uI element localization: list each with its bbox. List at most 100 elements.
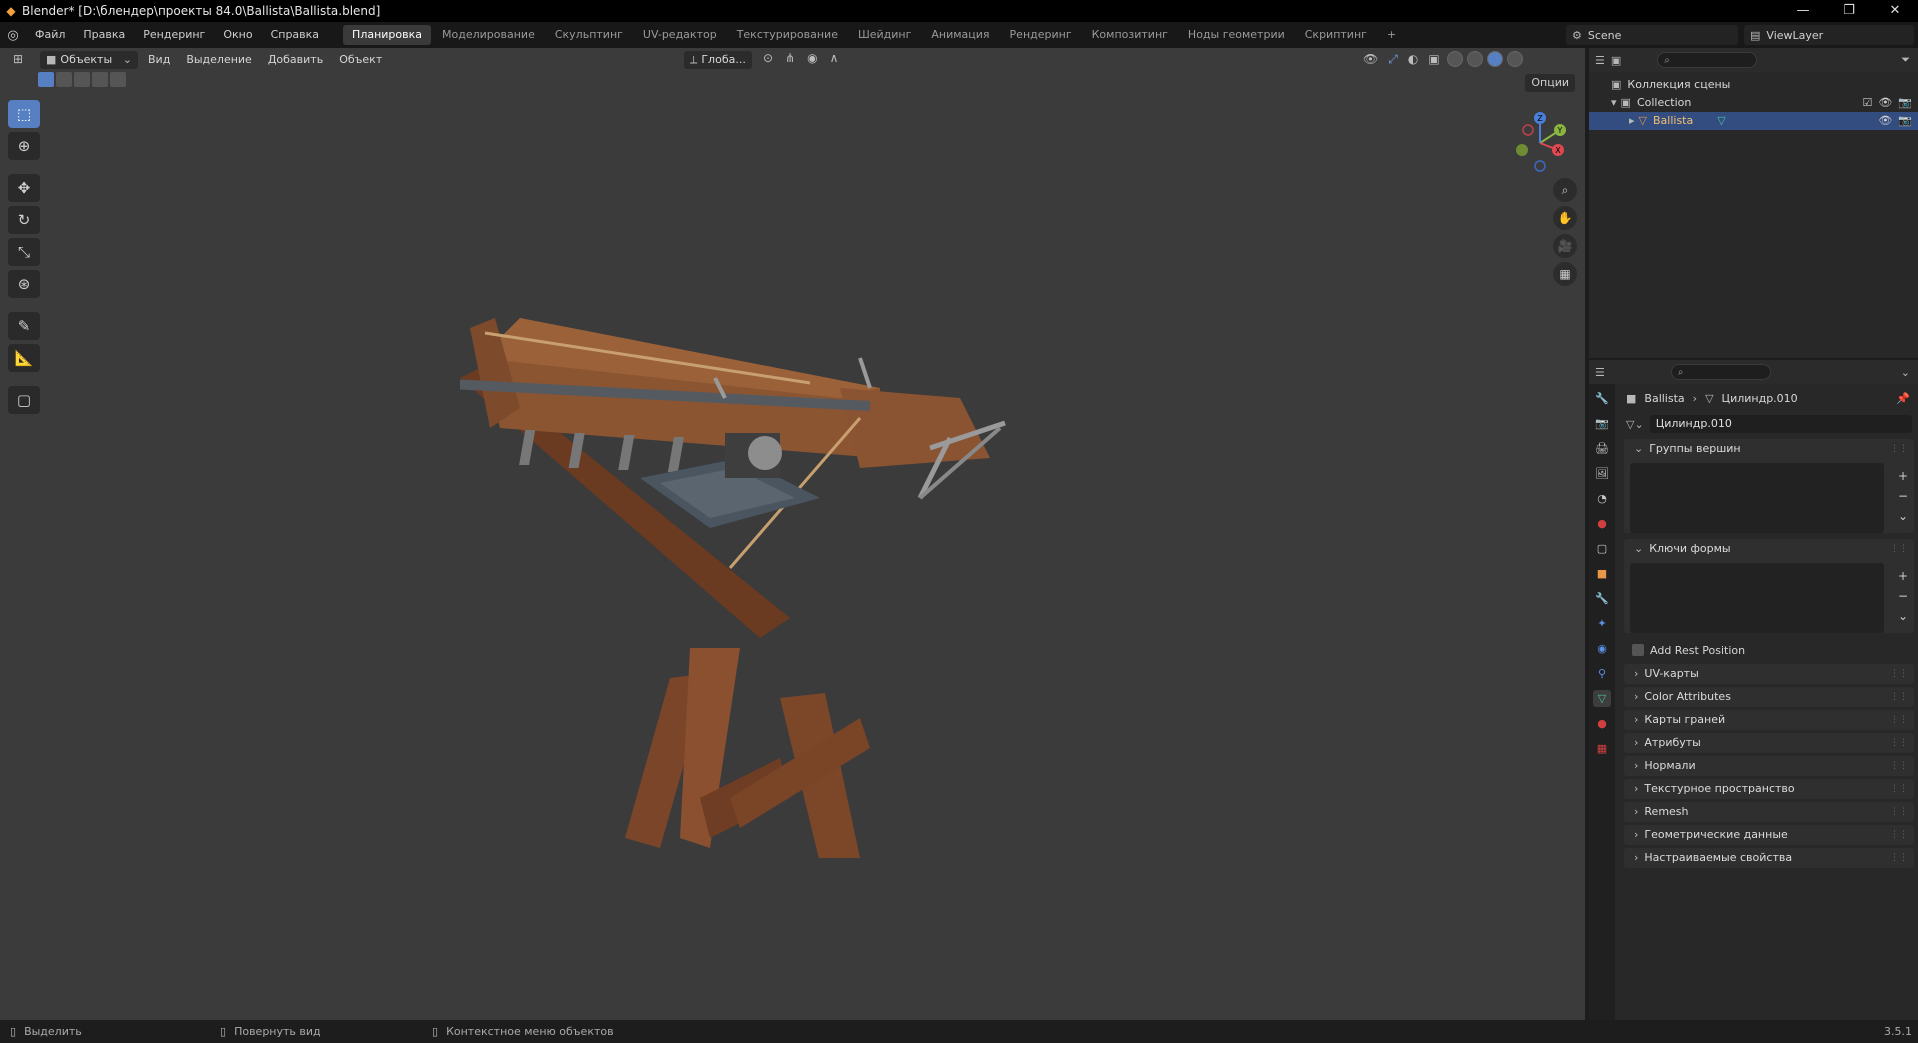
shape-keys-list[interactable] xyxy=(1630,563,1884,633)
scene-selector[interactable]: ⚙ Scene xyxy=(1566,25,1738,45)
output-tab-icon[interactable]: 🖨 xyxy=(1593,440,1611,457)
normals-header[interactable]: › Нормали ⋮⋮ xyxy=(1624,756,1914,776)
drag-grip-icon[interactable]: ⋮⋮ xyxy=(1890,756,1908,776)
tab-compositing[interactable]: Композитинг xyxy=(1083,25,1177,45)
checkbox-icon[interactable]: ☑ xyxy=(1862,94,1872,112)
texture-space-header[interactable]: › Текстурное пространство ⋮⋮ xyxy=(1624,779,1914,799)
solid-shading-button[interactable] xyxy=(1466,51,1483,67)
drag-grip-icon[interactable]: ⋮⋮ xyxy=(1890,802,1908,822)
filter-icon[interactable]: ⏷ xyxy=(1901,53,1910,67)
menu-view[interactable]: Вид xyxy=(140,48,178,72)
tab-shading[interactable]: Шейдинг xyxy=(849,25,920,45)
move-tool[interactable]: ✥ xyxy=(8,174,40,202)
annotate-tool[interactable]: ✎ xyxy=(8,312,40,340)
pin-icon[interactable]: 📌 xyxy=(1896,392,1910,405)
camera-icon[interactable]: 📷 xyxy=(1898,94,1912,112)
scene-name[interactable]: Scene xyxy=(1588,29,1622,42)
add-cube-tool[interactable]: ▢ xyxy=(8,386,40,414)
xray-icon[interactable]: ▣ xyxy=(1425,52,1442,66)
tab-layout[interactable]: Планировка xyxy=(343,25,432,45)
mesh-name-field[interactable]: Цилиндр.010 xyxy=(1649,415,1912,433)
vertex-groups-header[interactable]: ⌄ Группы вершин ⋮⋮ xyxy=(1624,439,1914,459)
shape-keys-header[interactable]: ⌄ Ключи формы ⋮⋮ xyxy=(1624,539,1914,559)
gizmo-toggle-icon[interactable]: ⤢ xyxy=(1385,52,1401,67)
menu-window[interactable]: Окно xyxy=(214,22,261,48)
interaction-mode-dropdown[interactable]: ■ Объекты ⌄ xyxy=(40,51,138,69)
transform-orientation-dropdown[interactable]: ⟂ Глоба... xyxy=(684,51,752,69)
visibility-icon[interactable]: 👁 xyxy=(1360,52,1381,66)
display-mode-icon[interactable]: ▣ xyxy=(1611,54,1621,67)
menu-render[interactable]: Рендеринг xyxy=(134,22,214,48)
outliner-search-input[interactable]: ⌕ xyxy=(1657,52,1758,68)
select-invert-button[interactable] xyxy=(92,72,108,87)
tab-modeling[interactable]: Моделирование xyxy=(433,25,544,45)
select-subtract-button[interactable] xyxy=(74,72,90,87)
mesh-browse-icon[interactable]: ▽⌄ xyxy=(1626,418,1644,431)
select-intersect-button[interactable] xyxy=(110,72,126,87)
collection-tab-icon[interactable]: ▢ xyxy=(1593,540,1611,557)
rotate-tool[interactable]: ↻ xyxy=(8,206,40,234)
proportional-edit-icon[interactable]: ◉ xyxy=(804,51,820,65)
drag-grip-icon[interactable]: ⋮⋮ xyxy=(1890,664,1908,684)
modifier-tab-icon[interactable]: 🔧 xyxy=(1593,590,1611,607)
wireframe-shading-button[interactable] xyxy=(1446,51,1463,67)
geometry-data-header[interactable]: › Геометрические данные ⋮⋮ xyxy=(1624,825,1914,845)
menu-select[interactable]: Выделение xyxy=(178,48,260,72)
drag-grip-icon[interactable]: ⋮⋮ xyxy=(1890,439,1908,459)
tab-uv-editing[interactable]: UV-редактор xyxy=(634,25,726,45)
face-maps-header[interactable]: › Карты граней ⋮⋮ xyxy=(1624,710,1914,730)
uv-maps-header[interactable]: › UV-карты ⋮⋮ xyxy=(1624,664,1914,684)
texture-tab-icon[interactable]: ▦ xyxy=(1593,740,1611,757)
color-attributes-header[interactable]: › Color Attributes ⋮⋮ xyxy=(1624,687,1914,707)
maximize-button[interactable]: ❐ xyxy=(1826,0,1872,22)
eye-icon[interactable]: 👁 xyxy=(1878,94,1892,112)
rendered-shading-button[interactable] xyxy=(1506,51,1523,67)
zoom-icon[interactable]: ⌕ xyxy=(1553,178,1577,202)
tab-animation[interactable]: Анимация xyxy=(922,25,998,45)
snap-icon[interactable]: ⋔ xyxy=(782,51,798,65)
select-new-button[interactable] xyxy=(38,72,54,87)
physics-tab-icon[interactable]: ◉ xyxy=(1593,640,1611,657)
menu-help[interactable]: Справка xyxy=(262,22,328,48)
add-workspace-button[interactable]: + xyxy=(1378,25,1405,45)
ballista-object-row[interactable]: ▸ ▽ Ballista ▽ 👁 📷 xyxy=(1589,112,1918,130)
remove-vertex-group-button[interactable]: − xyxy=(1898,489,1908,503)
view-layer-tab-icon[interactable]: 🖼 xyxy=(1593,465,1611,482)
chevron-down-icon[interactable]: ⌄ xyxy=(1901,366,1910,379)
add-rest-position-row[interactable]: Add Rest Position xyxy=(1620,639,1918,661)
material-tab-icon[interactable]: ● xyxy=(1593,715,1611,732)
properties-editor-icon[interactable]: ☰ xyxy=(1595,366,1605,379)
gizmo-neg-z-axis[interactable] xyxy=(1534,160,1546,172)
attributes-header[interactable]: › Атрибуты ⋮⋮ xyxy=(1624,733,1914,753)
mesh-data-tab-icon[interactable]: ▽ xyxy=(1593,690,1611,707)
remesh-header[interactable]: › Remesh ⋮⋮ xyxy=(1624,802,1914,822)
drag-grip-icon[interactable]: ⋮⋮ xyxy=(1890,710,1908,730)
collection-row[interactable]: ▾ ▣ Collection ☑ 👁 📷 xyxy=(1589,94,1918,112)
pivot-point-icon[interactable]: ⊙ xyxy=(760,51,776,65)
drag-grip-icon[interactable]: ⋮⋮ xyxy=(1890,733,1908,753)
overlays-icon[interactable]: ◐ xyxy=(1405,52,1421,66)
camera-icon[interactable]: 📷 xyxy=(1898,112,1912,130)
expand-arrow-icon[interactable]: ▸ xyxy=(1629,112,1635,130)
gizmo-neg-y-axis[interactable] xyxy=(1516,144,1528,156)
gizmo-neg-x-axis[interactable] xyxy=(1522,124,1534,136)
eye-icon[interactable]: 👁 xyxy=(1878,112,1892,130)
menu-object[interactable]: Объект xyxy=(331,48,390,72)
world-tab-icon[interactable]: ● xyxy=(1593,515,1611,532)
drag-grip-icon[interactable]: ⋮⋮ xyxy=(1890,825,1908,845)
scene-tab-icon[interactable]: ◔ xyxy=(1593,490,1611,507)
navigation-gizmo[interactable]: Y X Z xyxy=(1500,98,1580,178)
menu-add[interactable]: Добавить xyxy=(260,48,331,72)
measure-tool[interactable]: 📐 xyxy=(8,344,40,372)
add-vertex-group-button[interactable]: + xyxy=(1898,469,1908,483)
add-shape-key-button[interactable]: + xyxy=(1898,569,1908,583)
3d-viewport[interactable]: ⊞ ■ Объекты ⌄ Вид Выделение Добавить Объ… xyxy=(0,48,1585,1020)
perspective-grid-icon[interactable]: ▦ xyxy=(1553,262,1577,286)
cursor-tool[interactable]: ⊕ xyxy=(8,132,40,160)
editor-type-icon[interactable]: ⊞ xyxy=(10,52,26,66)
select-box-tool[interactable]: ⬚ xyxy=(8,100,40,128)
tab-scripting[interactable]: Скриптинг xyxy=(1296,25,1376,45)
drag-grip-icon[interactable]: ⋮⋮ xyxy=(1890,779,1908,799)
view-layer-name[interactable]: ViewLayer xyxy=(1766,29,1823,42)
custom-properties-header[interactable]: › Настраиваемые свойства ⋮⋮ xyxy=(1624,848,1914,868)
